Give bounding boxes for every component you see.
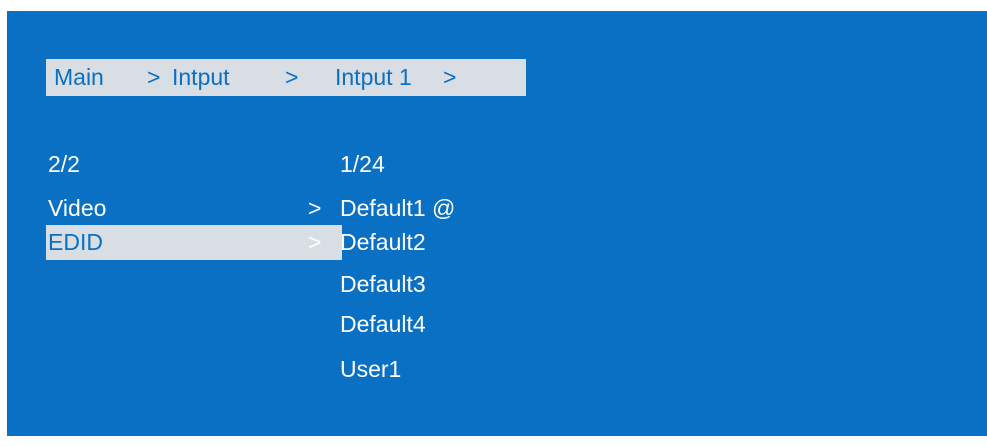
breadcrumb-main[interactable]: Main xyxy=(54,59,104,96)
edid-option-default3[interactable]: Default3 xyxy=(340,267,426,301)
breadcrumb-separator: > xyxy=(443,64,457,90)
edid-option-user1[interactable]: User1 xyxy=(340,352,401,386)
edid-option-default2[interactable]: Default2 xyxy=(340,225,426,259)
breadcrumb-input[interactable]: Intput xyxy=(172,59,230,96)
left-menu-page-indicator: 2/2 xyxy=(48,151,80,177)
osd-screen: Main > Intput > Intput 1 > 2/2 Video > E… xyxy=(7,11,987,436)
right-menu-page-indicator: 1/24 xyxy=(340,151,385,177)
breadcrumb-input-1[interactable]: Intput 1 xyxy=(335,59,412,96)
edid-option-default4[interactable]: Default4 xyxy=(340,307,426,341)
breadcrumb-separator: > xyxy=(147,64,161,90)
menu-item-video[interactable]: Video xyxy=(48,191,106,225)
submenu-arrow: > xyxy=(308,229,322,255)
submenu-arrow: > xyxy=(308,195,322,221)
breadcrumb-separator: > xyxy=(285,64,299,90)
edid-option-default1[interactable]: Default1 @ xyxy=(340,191,455,225)
menu-item-edid-label[interactable]: EDID xyxy=(48,225,103,259)
breadcrumb: Main > Intput > Intput 1 > xyxy=(46,59,526,96)
